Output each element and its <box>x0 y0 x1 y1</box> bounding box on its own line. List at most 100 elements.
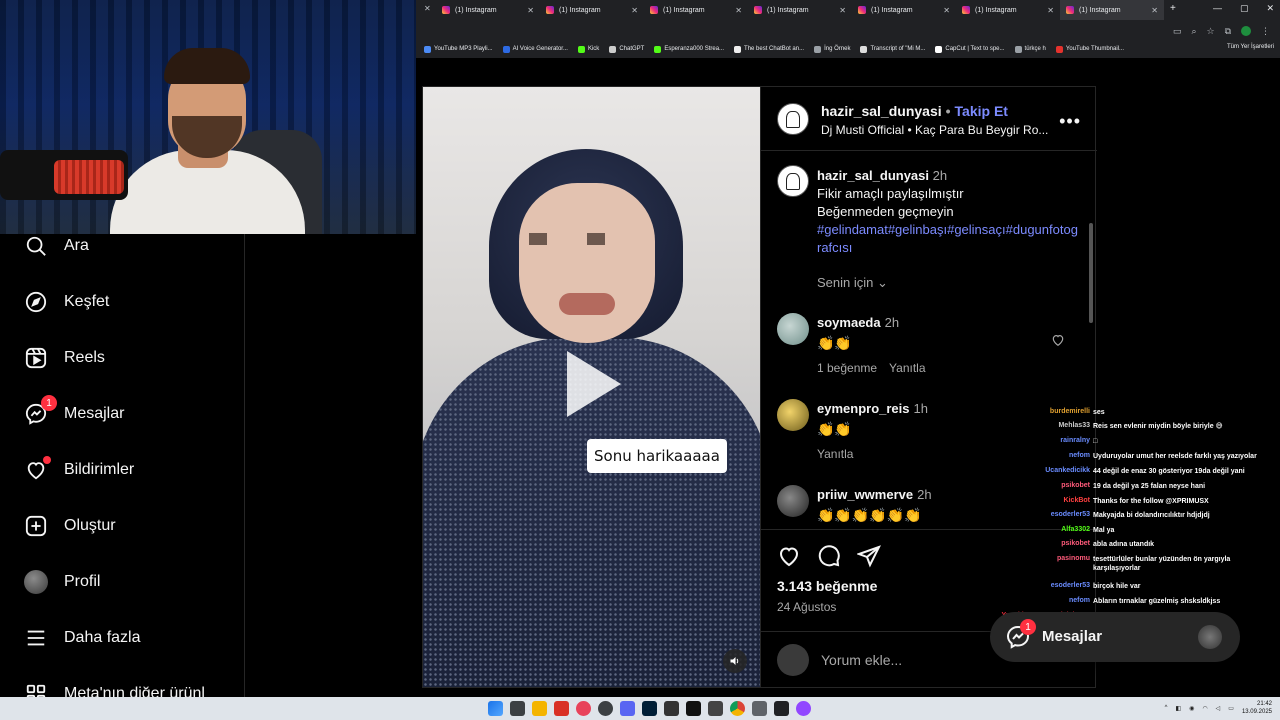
caption-username[interactable]: hazir_sal_dunyasi <box>817 168 929 183</box>
bookmark[interactable]: YouTube Thumbnail... <box>1055 45 1124 53</box>
chat-username[interactable]: Mehlas33 <box>1000 422 1093 431</box>
close-icon[interactable]: ✕ <box>527 6 534 15</box>
app-icon[interactable] <box>664 701 679 716</box>
heart-icon[interactable] <box>1051 333 1065 347</box>
follow-button[interactable]: Takip Et <box>955 103 1008 119</box>
nav-item-more[interactable]: Daha fazla <box>24 620 141 656</box>
discord-icon[interactable] <box>620 701 635 716</box>
close-icon[interactable]: ✕ <box>735 6 742 15</box>
app-tray-icon[interactable]: ◧ <box>1176 705 1182 712</box>
star-icon[interactable]: ☆ <box>1206 26 1214 37</box>
close-icon[interactable]: ✕ <box>1151 6 1158 15</box>
close-icon[interactable]: ✕ <box>839 6 846 15</box>
browser-tab[interactable]: (1) Instagram ✕ <box>748 0 852 20</box>
comment-likes[interactable]: 1 beğenme <box>817 361 877 375</box>
extensions-icon[interactable]: ⧉ <box>1225 26 1231 37</box>
reel-video[interactable]: Sonu harikaaaaa <box>423 87 760 687</box>
avatar[interactable] <box>777 103 809 135</box>
chrome-icon[interactable] <box>730 701 745 716</box>
app-icon[interactable] <box>796 701 811 716</box>
post-username[interactable]: hazir_sal_dunyasi <box>821 103 942 119</box>
zoom-icon[interactable]: ⌕ <box>1191 26 1196 37</box>
browser-tab[interactable]: (1) Instagram ✕ <box>540 0 644 20</box>
wifi-icon[interactable]: ◠ <box>1202 705 1207 712</box>
chat-username[interactable]: esoderler53 <box>1000 582 1093 591</box>
bookmark[interactable]: YouTube MP3 Playli... <box>424 45 493 53</box>
chevron-up-icon[interactable]: ^ <box>1165 705 1168 711</box>
bookmark[interactable]: CapCut | Text to spe... <box>935 45 1005 53</box>
bookmark[interactable]: The best ChatBot an... <box>734 45 804 53</box>
minimize-icon[interactable]: — <box>1213 3 1222 14</box>
file-explorer-icon[interactable] <box>532 701 547 716</box>
reply-button[interactable]: Yanıtla <box>889 361 925 375</box>
play-icon[interactable] <box>563 349 623 419</box>
tiktok-icon[interactable] <box>686 701 701 716</box>
comment-username[interactable]: priiw_wwmerve <box>817 487 913 502</box>
bookmark[interactable]: İng Örnek <box>814 45 850 53</box>
chat-username[interactable]: pasinomu <box>1000 555 1093 573</box>
nav-item-profile[interactable]: Profil <box>24 564 100 600</box>
comment-username[interactable]: soymaeda <box>817 315 881 330</box>
chat-username[interactable]: rainralny <box>1000 437 1093 446</box>
app-icon[interactable] <box>708 701 723 716</box>
avatar[interactable] <box>777 313 809 345</box>
browser-tab[interactable]: (1) Instagram ✕ <box>644 0 748 20</box>
app-icon[interactable] <box>598 701 613 716</box>
avatar[interactable] <box>777 165 809 197</box>
comment-icon[interactable] <box>817 544 841 568</box>
messages-bar[interactable]: 1 Mesajlar <box>990 612 1240 662</box>
bookmark[interactable]: ChatGPT <box>609 45 644 53</box>
maximize-icon[interactable]: ▢ <box>1240 3 1249 14</box>
nav-item-explore[interactable]: Keşfet <box>24 284 109 320</box>
more-options-icon[interactable]: ••• <box>1059 111 1081 132</box>
bookmark[interactable]: AI Voice Generator... <box>502 45 568 53</box>
browser-tab[interactable]: (1) Instagram ✕ <box>436 0 540 20</box>
browser-tab[interactable]: (1) Instagram ✕ <box>956 0 1060 20</box>
nav-item-reels[interactable]: Reels <box>24 340 105 376</box>
bookmark[interactable]: Transcript of "Mi M... <box>860 45 925 53</box>
avatar[interactable] <box>777 485 809 517</box>
app-icon[interactable] <box>576 701 591 716</box>
nav-item-messages[interactable]: 1 Mesajlar <box>24 395 124 432</box>
like-heart-icon[interactable] <box>777 544 801 568</box>
profile-avatar[interactable] <box>1241 26 1251 36</box>
windows-start-icon[interactable] <box>488 701 503 716</box>
chat-username[interactable]: nefom <box>1000 452 1093 461</box>
comments-scrollbar[interactable] <box>1089 223 1093 323</box>
share-icon[interactable] <box>857 544 881 568</box>
chat-username[interactable]: Ucankedicikk <box>1000 467 1093 476</box>
likes-count[interactable]: 3.143 beğenme <box>777 578 877 594</box>
chat-username[interactable]: esoderler53 <box>1000 511 1093 520</box>
new-tab-button[interactable]: + <box>1164 0 1182 20</box>
kebab-menu-icon[interactable]: ⋮ <box>1261 26 1270 37</box>
bookmark[interactable]: türkçe h <box>1014 45 1046 53</box>
battery-icon[interactable]: ▭ <box>1228 705 1234 712</box>
browser-tab[interactable]: (1) Instagram ✕ <box>852 0 956 20</box>
audio-link[interactable]: Dj Musti Official • Kaç Para Bu Beygir R… <box>821 123 1061 137</box>
browser-tab[interactable]: (1) Instagram ✕ <box>1060 0 1164 20</box>
nav-item-create[interactable]: Oluştur <box>24 508 116 544</box>
nav-item-notifications[interactable]: Bildirimler <box>24 452 134 488</box>
reply-button[interactable]: Yanıtla <box>817 447 853 461</box>
mute-button[interactable] <box>723 649 747 673</box>
close-icon[interactable]: ✕ <box>631 6 638 15</box>
photoshop-icon[interactable] <box>642 701 657 716</box>
chat-username[interactable]: KickBot <box>1000 497 1093 506</box>
app-tray-icon[interactable]: ◉ <box>1189 705 1194 712</box>
clock[interactable]: 21:42 13.09.2025 <box>1242 700 1272 716</box>
chat-username[interactable]: Alfa3302 <box>1000 526 1093 535</box>
avatar[interactable] <box>777 399 809 431</box>
bookmark[interactable]: Esperanza000 Strea... <box>654 45 724 53</box>
app-icon[interactable] <box>752 701 767 716</box>
comment-sort-dropdown[interactable]: Senin için ⌄ <box>817 275 888 291</box>
chat-username[interactable]: nefom <box>1000 597 1093 606</box>
app-icon[interactable] <box>774 701 789 716</box>
cast-icon[interactable]: ▭ <box>1173 26 1182 37</box>
app-icon[interactable] <box>554 701 569 716</box>
hashtags-link[interactable]: #gelindamat#gelinbaşı#gelinsaçı#dugunfot… <box>817 221 1079 257</box>
chat-username[interactable]: burdemirelli <box>1000 408 1093 417</box>
close-window-icon[interactable]: ✕ <box>1266 3 1274 14</box>
all-bookmarks-folder[interactable]: Tüm Yer İşaretleri <box>1227 44 1274 50</box>
close-icon[interactable]: ✕ <box>1047 6 1054 15</box>
bookmark[interactable]: Kick <box>577 45 599 53</box>
